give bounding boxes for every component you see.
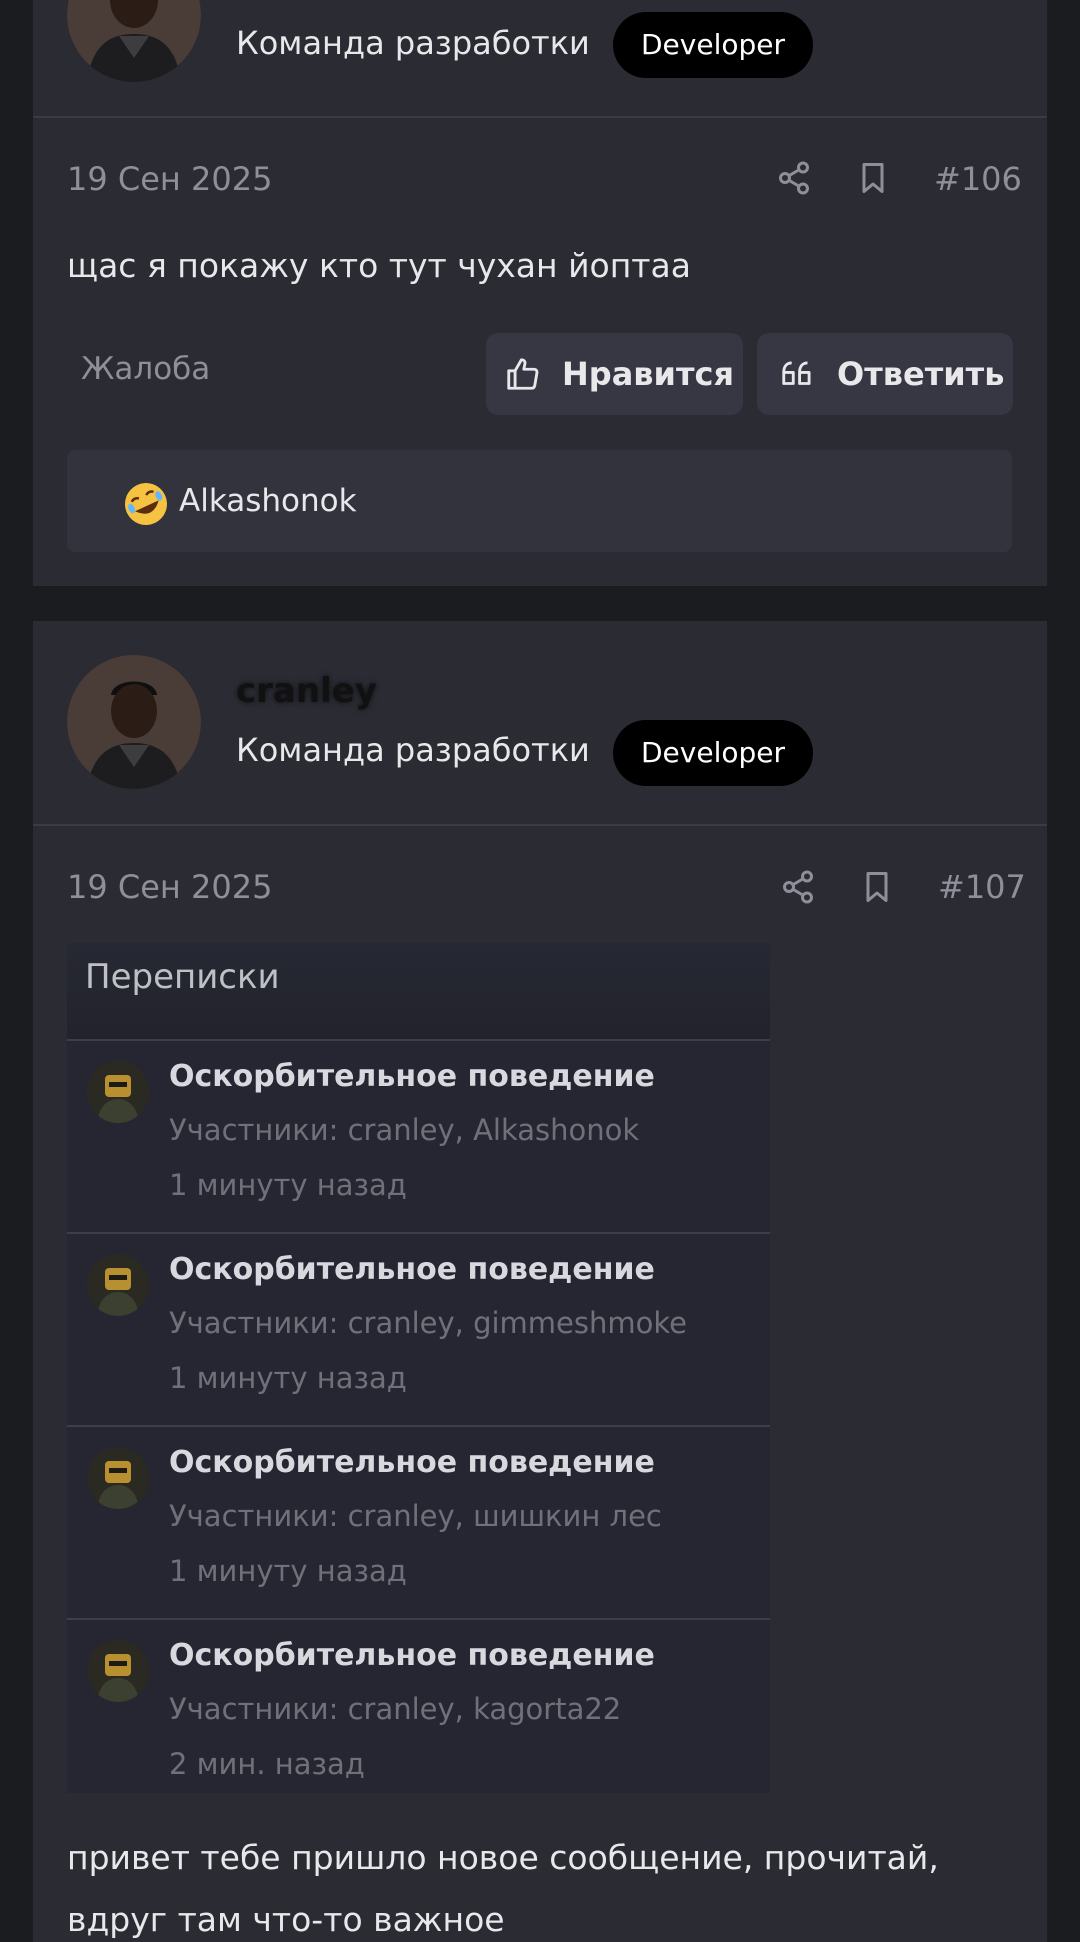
list-item: Оскорбительное поведение Участники: cran… [67, 1041, 770, 1234]
report-link[interactable]: Жалоба [81, 351, 210, 387]
user-team: Команда разработки [236, 24, 590, 62]
avatar-icon [87, 1254, 149, 1316]
post-message-line-2: вдруг там что-то важное [67, 1900, 505, 1939]
avatar-icon [87, 1061, 149, 1123]
post-date: 19 Сен 2025 [67, 160, 273, 198]
reply-label: Ответить [837, 355, 1005, 393]
thumbs-up-icon [507, 358, 539, 390]
share-icon[interactable] [780, 869, 816, 905]
username-link[interactable]: cranley [236, 671, 377, 711]
reactions-bar[interactable]: Alkashonok [67, 450, 1012, 552]
conversation-time: 1 минуту назад [169, 1554, 407, 1588]
reaction-user[interactable]: Alkashonok [179, 483, 357, 519]
conversation-time: 1 минуту назад [169, 1361, 407, 1395]
user-avatar[interactable] [67, 655, 201, 789]
list-item: Оскорбительное поведение Участники: cran… [67, 1427, 770, 1620]
rofl-emoji-icon [125, 483, 167, 525]
user-team: Команда разработки [236, 731, 590, 769]
conversation-avatar [87, 1640, 149, 1702]
conversation-avatar [87, 1254, 149, 1316]
conversation-time: 1 минуту назад [169, 1168, 407, 1202]
screenshot-title: Переписки [67, 943, 770, 1041]
post-number-link[interactable]: #106 [934, 160, 1022, 198]
role-badge: Developer [613, 12, 814, 78]
conversation-title: Оскорбительное поведение [169, 1445, 655, 1480]
post-106: Команда разработки Developer 19 Сен 2025… [33, 0, 1047, 586]
share-icon[interactable] [776, 160, 812, 196]
reply-button[interactable]: Ответить [757, 333, 1013, 415]
post-107: cranley Команда разработки Developer 19 … [33, 621, 1047, 1942]
bookmark-icon[interactable] [855, 160, 891, 196]
avatar-portrait-icon [67, 0, 201, 82]
post-date: 19 Сен 2025 [67, 868, 273, 906]
like-button[interactable]: Нравится [486, 333, 743, 415]
post-message: щас я покажу кто тут чухан йоптаа [67, 246, 691, 285]
post-number-link[interactable]: #107 [938, 868, 1026, 906]
embedded-screenshot[interactable]: Переписки Оскорбительное поведение Участ… [67, 943, 770, 1793]
like-label: Нравится [562, 355, 735, 393]
list-item: Оскорбительное поведение Участники: cran… [67, 1620, 770, 1813]
avatar-icon [87, 1447, 149, 1509]
conversation-avatar [87, 1061, 149, 1123]
conversation-members: Участники: cranley, gimmeshmoke [169, 1306, 687, 1340]
thread-page: Команда разработки Developer 19 Сен 2025… [0, 0, 1080, 1942]
quote-icon [782, 361, 811, 385]
conversation-members: Участники: cranley, шишкин лес [169, 1499, 662, 1533]
post-author-header: Команда разработки Developer [33, 0, 1047, 118]
conversation-time: 2 мин. назад [169, 1747, 365, 1781]
conversation-avatar [87, 1447, 149, 1509]
bookmark-icon[interactable] [859, 869, 895, 905]
conversation-title: Оскорбительное поведение [169, 1059, 655, 1094]
conversation-members: Участники: cranley, kagorta22 [169, 1692, 622, 1726]
conversation-members: Участники: cranley, Alkashonok [169, 1113, 640, 1147]
avatar-portrait-icon [67, 655, 201, 789]
user-avatar[interactable] [67, 0, 201, 82]
post-message-line-1: привет тебе пришло новое сообщение, проч… [67, 1838, 939, 1877]
post-author-header: cranley Команда разработки Developer [33, 621, 1047, 826]
conversation-title: Оскорбительное поведение [169, 1252, 655, 1287]
avatar-icon [87, 1640, 149, 1702]
role-badge: Developer [613, 720, 814, 786]
conversation-title: Оскорбительное поведение [169, 1638, 655, 1673]
list-item: Оскорбительное поведение Участники: cran… [67, 1234, 770, 1427]
